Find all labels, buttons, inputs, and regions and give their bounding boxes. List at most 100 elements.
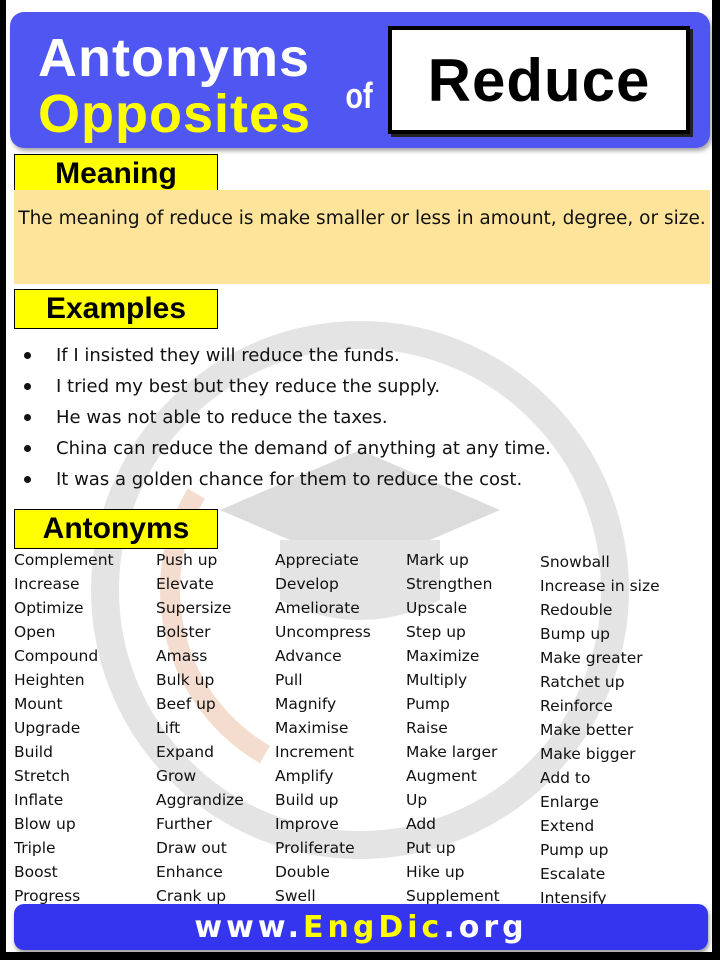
title-banner: Antonyms Opposites of Reduce (10, 12, 710, 148)
antonym-item: Reinforce (540, 697, 613, 715)
meaning-label-text: Meaning (55, 157, 177, 190)
antonym-item: Step up (406, 623, 466, 641)
antonym-item: Pump up (540, 841, 609, 859)
footer-banner: www.EngDic.org (14, 904, 708, 950)
antonym-item: Complement (14, 551, 114, 569)
antonym-item: Add (406, 815, 437, 833)
antonym-item: Ratchet up (540, 673, 625, 691)
antonym-item: Aggrandize (156, 791, 244, 809)
website-brand: EngDic (303, 909, 444, 945)
example-text: I tried my best but they reduce the supp… (56, 376, 441, 397)
antonym-item: Put up (406, 839, 456, 857)
example-item: If I insisted they will reduce the funds… (22, 340, 551, 371)
antonym-item: Grow (156, 767, 197, 785)
examples-label-text: Examples (45, 292, 187, 325)
example-text: If I insisted they will reduce the funds… (56, 345, 400, 366)
title-connector: of (345, 75, 373, 116)
antonyms-label-text: Antonyms (42, 512, 190, 545)
antonym-item: Heighten (14, 671, 85, 689)
antonym-item: Blow up (14, 815, 76, 833)
antonym-item: Mount (14, 695, 63, 713)
bullet-icon (24, 476, 31, 483)
example-item: It was a golden chance for them to reduc… (22, 464, 551, 495)
antonym-item: Bump up (540, 625, 610, 643)
antonym-item: Push up (156, 551, 218, 569)
antonym-item: Make better (540, 721, 634, 739)
antonym-item: Supersize (156, 599, 232, 617)
antonym-item: Compound (14, 647, 99, 665)
antonym-item: Build (14, 743, 53, 761)
antonym-item: Upgrade (14, 719, 81, 737)
website-prefix: www. (194, 909, 304, 945)
antonym-item: Triple (14, 839, 56, 857)
website-link[interactable]: www.EngDic.org (194, 910, 527, 945)
antonym-item: Raise (406, 719, 448, 737)
frame-border-bottom (0, 952, 720, 960)
antonym-item: Increase (14, 575, 80, 593)
antonym-item: Mark up (406, 551, 469, 569)
antonym-item: Amplify (275, 767, 334, 785)
antonym-item: Proliferate (275, 839, 355, 857)
antonym-item: Magnify (275, 695, 337, 713)
antonym-item: Draw out (156, 839, 227, 857)
antonym-item: Lift (156, 719, 181, 737)
antonym-item: Make bigger (540, 745, 636, 763)
antonym-item: Boost (14, 863, 58, 881)
antonym-item: Augment (406, 767, 477, 785)
example-item: China can reduce the demand of anything … (22, 433, 551, 464)
antonym-item: Make greater (540, 649, 643, 667)
headword-box: Reduce (388, 26, 690, 134)
antonym-item: Advance (275, 647, 342, 665)
frame-border-right (712, 0, 720, 960)
example-text: It was a golden chance for them to reduc… (56, 469, 523, 490)
antonym-item: Expand (156, 743, 214, 761)
antonym-item: Strengthen (406, 575, 493, 593)
example-item: I tried my best but they reduce the supp… (22, 371, 551, 402)
antonyms-column-5: Snowball Increase in size Redouble Bump up M… (540, 550, 660, 910)
antonym-item: Bolster (156, 623, 211, 641)
title-antonyms: Antonyms (38, 28, 311, 88)
antonym-item: Redouble (540, 601, 613, 619)
antonyms-label: Antonyms (14, 509, 218, 549)
examples-list: If I insisted they will reduce the funds… (22, 340, 551, 495)
bullet-icon (24, 383, 31, 390)
bullet-icon (24, 352, 31, 359)
example-text: He was not able to reduce the taxes. (56, 407, 388, 428)
bullet-icon (24, 445, 31, 452)
antonym-item: Add to (540, 769, 591, 787)
website-suffix: .org (443, 909, 528, 945)
antonym-item: Hike up (406, 863, 465, 881)
antonyms-column-1: Complement Increase Optimize Open Compound He… (14, 548, 114, 908)
antonym-item: Increment (275, 743, 355, 761)
antonym-item: Appreciate (275, 551, 359, 569)
antonym-item: Beef up (156, 695, 216, 713)
antonym-item: Snowball (540, 553, 610, 571)
antonym-item: Extend (540, 817, 595, 835)
antonym-item: Double (275, 863, 330, 881)
antonym-item: Improve (275, 815, 339, 833)
antonym-item: Optimize (14, 599, 84, 617)
antonym-item: Maximize (406, 647, 480, 665)
examples-label: Examples (14, 289, 218, 329)
antonym-item: Enlarge (540, 793, 599, 811)
antonym-item: Develop (275, 575, 339, 593)
antonym-item: Bulk up (156, 671, 215, 689)
antonym-item: Multiply (406, 671, 468, 689)
antonym-item: Elevate (156, 575, 214, 593)
antonyms-column-3: Appreciate Develop Ameliorate Uncompress Adv… (275, 548, 371, 908)
antonym-item: Up (406, 791, 428, 809)
bullet-icon (24, 414, 31, 421)
antonym-item: Uncompress (275, 623, 371, 641)
antonym-item: Escalate (540, 865, 606, 883)
antonyms-column-4: Mark up Strengthen Upscale Step up Maximize M… (406, 548, 500, 908)
example-text: China can reduce the demand of anything … (56, 438, 551, 459)
title-opposites: Opposites (38, 84, 312, 144)
antonym-item: Ameliorate (275, 599, 360, 617)
antonym-item: Amass (156, 647, 208, 665)
antonym-item: Further (156, 815, 213, 833)
meaning-label: Meaning (14, 154, 218, 194)
antonym-item: Pull (275, 671, 303, 689)
antonym-item: Inflate (14, 791, 64, 809)
antonyms-column-2: Push up Elevate Supersize Bolster Amass Bulk … (156, 548, 244, 908)
antonym-item: Open (14, 623, 56, 641)
